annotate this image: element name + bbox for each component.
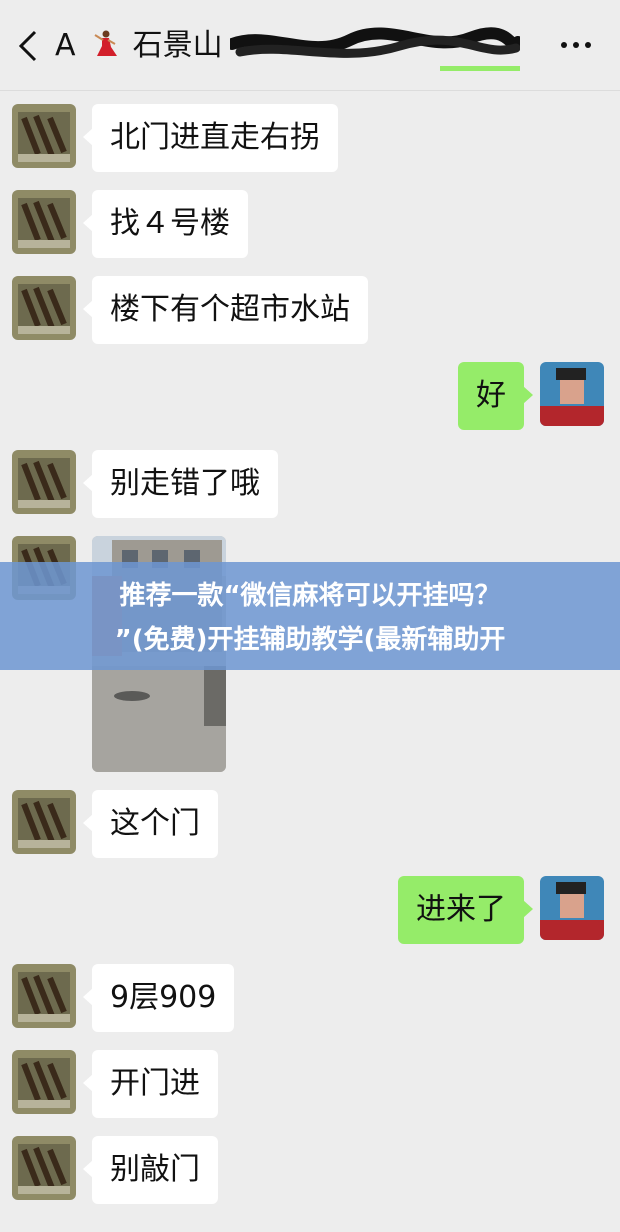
chevron-left-icon (18, 30, 37, 62)
avatar-image (12, 1050, 76, 1114)
dancer-icon (94, 30, 118, 56)
banner-line-1: 推荐一款“微信麻将可以开挂吗？ (119, 581, 501, 611)
message-row: 这个门 (12, 790, 218, 858)
avatar-image (12, 790, 76, 854)
more-button[interactable] (556, 30, 596, 60)
avatar-image (12, 964, 76, 1028)
avatar-image (12, 104, 76, 168)
message-row: 9层909 (12, 964, 235, 1032)
contact-avatar[interactable] (12, 276, 76, 340)
message-row: 别走错了哦 (12, 450, 278, 518)
title-prefix: A (55, 28, 76, 63)
avatar-image (540, 876, 604, 940)
message-bubble[interactable]: 楼下有个超市水站 (83, 276, 368, 344)
message-bubble[interactable]: 好 (458, 362, 533, 430)
message-row: 进来了 (398, 876, 604, 944)
message-row: 别敲门 (12, 1136, 218, 1204)
message-row: 开门进 (12, 1050, 218, 1118)
contact-avatar[interactable] (12, 190, 76, 254)
my-avatar[interactable] (540, 362, 604, 426)
overlay-banner: 推荐一款“微信麻将可以开挂吗？ ”(免费)开挂辅助教学(最新辅助开 (0, 562, 620, 670)
my-avatar[interactable] (540, 876, 604, 940)
contact-avatar[interactable] (12, 964, 76, 1028)
contact-avatar[interactable] (12, 790, 76, 854)
chat-title[interactable]: A 石景山 (55, 22, 223, 70)
avatar-image (12, 276, 76, 340)
chat-screen: A 石景山 北门进直走右拐 找４号楼 楼下有个超市水站 好 别走错了哦 这个门 … (0, 0, 620, 1232)
message-row: 好 (458, 362, 604, 430)
avatar-image (540, 362, 604, 426)
contact-avatar[interactable] (12, 104, 76, 168)
more-dots-icon (561, 42, 591, 48)
message-bubble[interactable]: 9层909 (82, 964, 235, 1032)
contact-avatar[interactable] (12, 1136, 76, 1200)
title-name: 石景山 (132, 28, 223, 63)
message-bubble[interactable]: 进来了 (398, 876, 533, 944)
contact-avatar[interactable] (12, 1050, 76, 1114)
message-bubble[interactable]: 这个门 (83, 790, 218, 858)
contact-avatar[interactable] (12, 450, 76, 514)
message-bubble[interactable]: 开门进 (83, 1050, 218, 1118)
message-bubble[interactable]: 找４号楼 (83, 190, 248, 258)
message-row: 楼下有个超市水站 (12, 276, 368, 344)
message-bubble[interactable]: 北门进直走右拐 (83, 104, 338, 172)
avatar-image (12, 1136, 76, 1200)
redacted-title-scribble (230, 27, 520, 71)
banner-line-2: ”(免费)开挂辅助教学(最新辅助开 (114, 625, 506, 655)
message-row: 北门进直走右拐 (12, 104, 338, 172)
avatar-image (12, 190, 76, 254)
chat-header: A 石景山 (0, 0, 620, 91)
message-bubble[interactable]: 别敲门 (83, 1136, 218, 1204)
message-row: 找４号楼 (12, 190, 248, 258)
message-bubble[interactable]: 别走错了哦 (83, 450, 278, 518)
back-button[interactable] (8, 22, 48, 70)
avatar-image (12, 450, 76, 514)
